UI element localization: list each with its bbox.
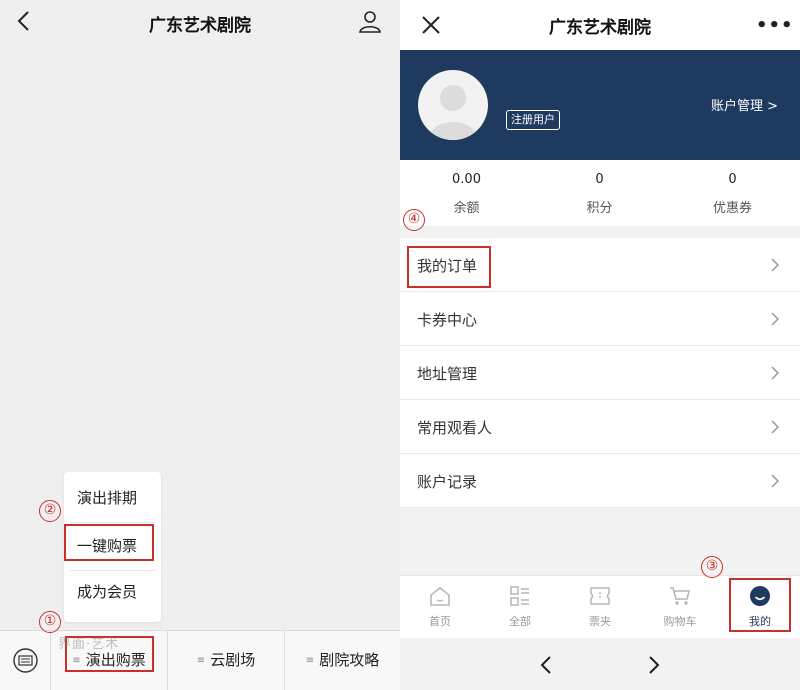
nav-label: 全部 (509, 615, 531, 628)
chevron-right-icon (771, 474, 780, 488)
menu-tab-guide[interactable]: ≡ 剧院攻略 (285, 631, 400, 690)
divider (70, 522, 155, 523)
back-icon[interactable] (539, 655, 553, 675)
step-marker-2: ② (39, 500, 61, 522)
grid-list-icon (510, 586, 529, 606)
chevron-right-icon (771, 312, 780, 326)
status-badge: 注册用户 (506, 110, 560, 130)
stat-value: 0.00 (452, 172, 481, 187)
page-title: 广东艺术剧院 (149, 16, 251, 36)
highlight-box-mine (729, 578, 791, 632)
menu-tab-label: 云剧场 (210, 651, 256, 669)
menu-icon: ≡ (196, 655, 206, 666)
nav-label: 购物车 (663, 615, 697, 628)
step-marker-4: ④ (403, 209, 425, 231)
menu-icon: ≡ (305, 655, 315, 666)
submenu-item-membership[interactable]: 成为会员 (64, 572, 161, 612)
screenshot: 广东艺术剧院 演出排期 一键购票 成为会员 ② ≡ 演出购票 ≡ 云剧场 ≡ 剧… (0, 0, 800, 690)
nav-label: 票夹 (589, 615, 611, 628)
menu-item-viewers[interactable]: 常用观看人 (400, 400, 800, 454)
system-nav-bar (400, 638, 800, 690)
menu-tab-cloud-theater[interactable]: ≡ 云剧场 (168, 631, 284, 690)
stats-panel: 0.00 余额 0 积分 0 优惠券 (400, 160, 800, 226)
stat-points[interactable]: 0 积分 (533, 160, 666, 216)
stat-coupons[interactable]: 0 优惠券 (666, 160, 799, 216)
menu-item-account-records[interactable]: 账户记录 (400, 454, 800, 508)
keyboard-icon[interactable] (13, 648, 38, 673)
menu-item-label: 卡券中心 (417, 311, 478, 329)
stat-label: 优惠券 (712, 201, 752, 216)
menu-item-label: 账户记录 (417, 473, 478, 491)
step-marker-3: ③ (701, 556, 723, 578)
left-header: 广东艺术剧院 (0, 0, 400, 44)
chevron-right-icon (771, 366, 780, 380)
home-icon (430, 587, 450, 606)
nav-home[interactable]: 首页 (400, 576, 480, 639)
chevron-right-icon (771, 420, 780, 434)
menu-item-label: 地址管理 (417, 365, 478, 383)
nav-cart[interactable]: 购物车 (640, 576, 720, 639)
menu-item-address[interactable]: 地址管理 (400, 346, 800, 400)
default-avatar-icon (428, 85, 478, 140)
stat-label: 积分 (586, 201, 613, 216)
nav-label: 首页 (429, 615, 451, 628)
page-title: 广东艺术剧院 (549, 18, 651, 38)
menu-tab-label: 剧院攻略 (319, 651, 380, 669)
divider (70, 570, 155, 571)
step-marker-1: ① (39, 611, 61, 633)
user-profile-icon[interactable] (358, 9, 382, 33)
ticket-icon (590, 587, 610, 605)
account-management-link[interactable]: 账户管理 > (711, 95, 778, 114)
stat-value: 0 (728, 172, 737, 187)
nav-all[interactable]: 全部 (480, 576, 560, 639)
highlight-box-quick-ticket (64, 524, 154, 561)
more-options-icon[interactable]: ••• (756, 15, 794, 36)
chevron-right-icon (771, 258, 780, 272)
profile-banner: 注册用户 账户管理 > (400, 50, 800, 160)
submenu-item-schedule[interactable]: 演出排期 (64, 478, 161, 518)
mini-program-pane: 广东艺术剧院 ••• 注册用户 账户管理 > 0.00 余额 0 积分 0 优惠… (400, 0, 800, 690)
menu-item-label: 常用观看人 (417, 419, 493, 437)
stat-balance[interactable]: 0.00 余额 (400, 160, 533, 216)
cart-icon (670, 587, 690, 605)
nav-ticket-wallet[interactable]: 票夹 (560, 576, 640, 639)
right-header: 广东艺术剧院 ••• (400, 0, 800, 50)
forward-icon[interactable] (647, 655, 661, 675)
watermark: 界面·艺术 (58, 637, 120, 652)
wechat-official-account-pane: 广东艺术剧院 演出排期 一键购票 成为会员 ② ≡ 演出购票 ≡ 云剧场 ≡ 剧… (0, 0, 400, 690)
stat-value: 0 (595, 172, 604, 187)
menu-item-card-center[interactable]: 卡券中心 (400, 292, 800, 346)
highlight-box-my-orders (407, 246, 491, 288)
avatar[interactable] (418, 70, 488, 140)
